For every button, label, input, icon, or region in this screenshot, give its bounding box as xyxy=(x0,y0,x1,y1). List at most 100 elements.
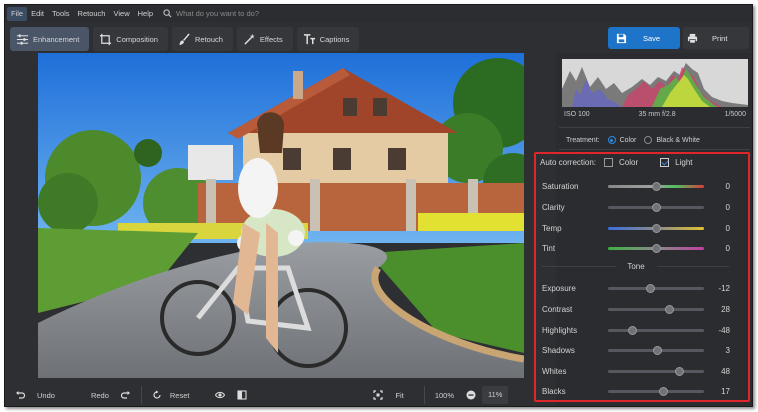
print-label: Print xyxy=(712,33,728,43)
printer-icon xyxy=(687,33,698,43)
tab-captions[interactable]: Captions xyxy=(296,27,360,51)
slider-value: 0 xyxy=(725,243,730,253)
undo-icon xyxy=(16,391,25,399)
auto-light-checkbox[interactable] xyxy=(660,158,670,167)
divider xyxy=(559,149,750,150)
menu-view[interactable]: View xyxy=(109,7,133,21)
saturation-track[interactable] xyxy=(608,181,704,191)
whites-track[interactable] xyxy=(608,366,704,376)
treatment-color-label[interactable]: Color xyxy=(620,137,637,144)
crop-icon xyxy=(100,33,112,45)
preview-button[interactable] xyxy=(209,385,231,405)
redo-icon xyxy=(120,391,130,399)
treatment-color-radio[interactable] xyxy=(607,136,616,144)
zoom-out-button[interactable] xyxy=(460,385,482,405)
slider-label: Temp xyxy=(542,223,562,233)
menu-edit[interactable]: Edit xyxy=(27,7,48,21)
auto-color-label[interactable]: Color xyxy=(619,158,638,167)
save-label: Save xyxy=(643,33,661,43)
slider-knob[interactable] xyxy=(664,304,674,314)
slider-value: -12 xyxy=(718,283,730,293)
treatment-bw-radio[interactable] xyxy=(644,136,653,144)
compare-icon xyxy=(237,390,248,400)
search-icon xyxy=(163,9,172,18)
tint-track[interactable] xyxy=(608,243,704,253)
undo-button[interactable]: Undo xyxy=(9,385,61,405)
slider-label: Blacks xyxy=(542,386,566,396)
slider-knob[interactable] xyxy=(659,386,669,396)
treatment-label: Treatment: xyxy=(566,136,600,144)
tab-label: Captions xyxy=(319,34,350,44)
zoom-level[interactable]: 11% xyxy=(482,386,509,404)
tab-label: Enhancement xyxy=(33,34,80,44)
slider-value: 28 xyxy=(721,304,730,314)
slider-knob[interactable] xyxy=(651,202,661,212)
slider-whites: Whites 48 xyxy=(542,364,730,378)
zoom-100-label: 100% xyxy=(434,390,454,400)
redo-button[interactable]: Redo xyxy=(85,385,137,405)
exposure-track[interactable] xyxy=(608,283,704,293)
contrast-track[interactable] xyxy=(608,304,704,314)
tab-label: Retouch xyxy=(194,34,223,44)
shadows-track[interactable] xyxy=(608,345,704,355)
tab-effects[interactable]: Effects xyxy=(236,27,293,51)
compare-button[interactable] xyxy=(231,385,253,405)
slider-label: Shadows xyxy=(542,345,575,355)
fit-button[interactable]: Fit xyxy=(367,385,409,405)
fit-label: Fit xyxy=(395,390,404,400)
highlights-track[interactable] xyxy=(608,325,704,335)
menu-retouch[interactable]: Retouch xyxy=(74,7,110,21)
zoom-out-icon xyxy=(466,390,476,400)
zoom-100-button[interactable]: 100% xyxy=(429,385,460,405)
reset-icon xyxy=(153,390,161,399)
fit-screen-icon xyxy=(373,390,384,400)
menu-tools[interactable]: Tools xyxy=(48,7,74,21)
menu-help[interactable]: Help xyxy=(134,7,157,21)
toolbar-divider xyxy=(423,386,425,404)
menu-file[interactable]: File xyxy=(7,6,28,21)
undo-label: Undo xyxy=(37,390,55,400)
slider-highlights: Highlights -48 xyxy=(542,323,730,337)
clarity-track[interactable] xyxy=(608,202,704,212)
search-box xyxy=(163,9,327,18)
slider-knob[interactable] xyxy=(651,181,661,191)
slider-knob[interactable] xyxy=(628,325,638,335)
save-button[interactable]: Save xyxy=(608,27,680,49)
menu-bar: File Edit Tools Retouch View Help xyxy=(5,5,752,22)
photo-canvas[interactable] xyxy=(38,53,524,378)
tab-retouch[interactable]: Retouch xyxy=(171,27,233,51)
slider-value: 0 xyxy=(725,223,730,233)
toolbar-divider xyxy=(140,386,142,404)
slider-knob[interactable] xyxy=(651,223,661,233)
tab-label: Effects xyxy=(259,34,283,44)
temp-track[interactable] xyxy=(608,223,704,233)
slider-blacks: Blacks 17 xyxy=(542,384,730,398)
slider-label: Tint xyxy=(542,243,556,253)
auto-color-checkbox[interactable] xyxy=(604,158,614,167)
auto-correction-row: Auto correction: Color Light xyxy=(540,158,693,167)
reset-label: Reset xyxy=(169,390,190,400)
tab-composition[interactable]: Composition xyxy=(93,27,168,51)
slider-knob[interactable] xyxy=(653,345,663,355)
photo-editor-window: File Edit Tools Retouch View Help Enhanc… xyxy=(4,4,753,407)
search-input[interactable] xyxy=(176,9,327,18)
histogram xyxy=(562,59,748,107)
sliders-icon xyxy=(16,33,29,45)
slider-clarity: Clarity 0 xyxy=(542,200,730,214)
tab-enhancement[interactable]: Enhancement xyxy=(10,27,90,51)
slider-knob[interactable] xyxy=(651,243,661,253)
tab-bar: Enhancement Composition Retouch Effects … xyxy=(5,26,752,52)
redo-label: Redo xyxy=(90,390,109,400)
slider-label: Clarity xyxy=(542,202,565,212)
slider-label: Whites xyxy=(542,366,567,376)
print-button[interactable]: Print xyxy=(683,27,749,49)
reset-button[interactable]: Reset xyxy=(146,385,196,405)
auto-light-label[interactable]: Light xyxy=(675,158,692,167)
text-icon xyxy=(303,33,315,44)
photo-image xyxy=(38,53,524,378)
slider-value: 0 xyxy=(725,181,730,191)
slider-knob[interactable] xyxy=(674,366,684,376)
slider-knob[interactable] xyxy=(645,283,655,293)
blacks-track[interactable] xyxy=(608,386,704,396)
treatment-bw-label[interactable]: Black & White xyxy=(656,137,700,144)
